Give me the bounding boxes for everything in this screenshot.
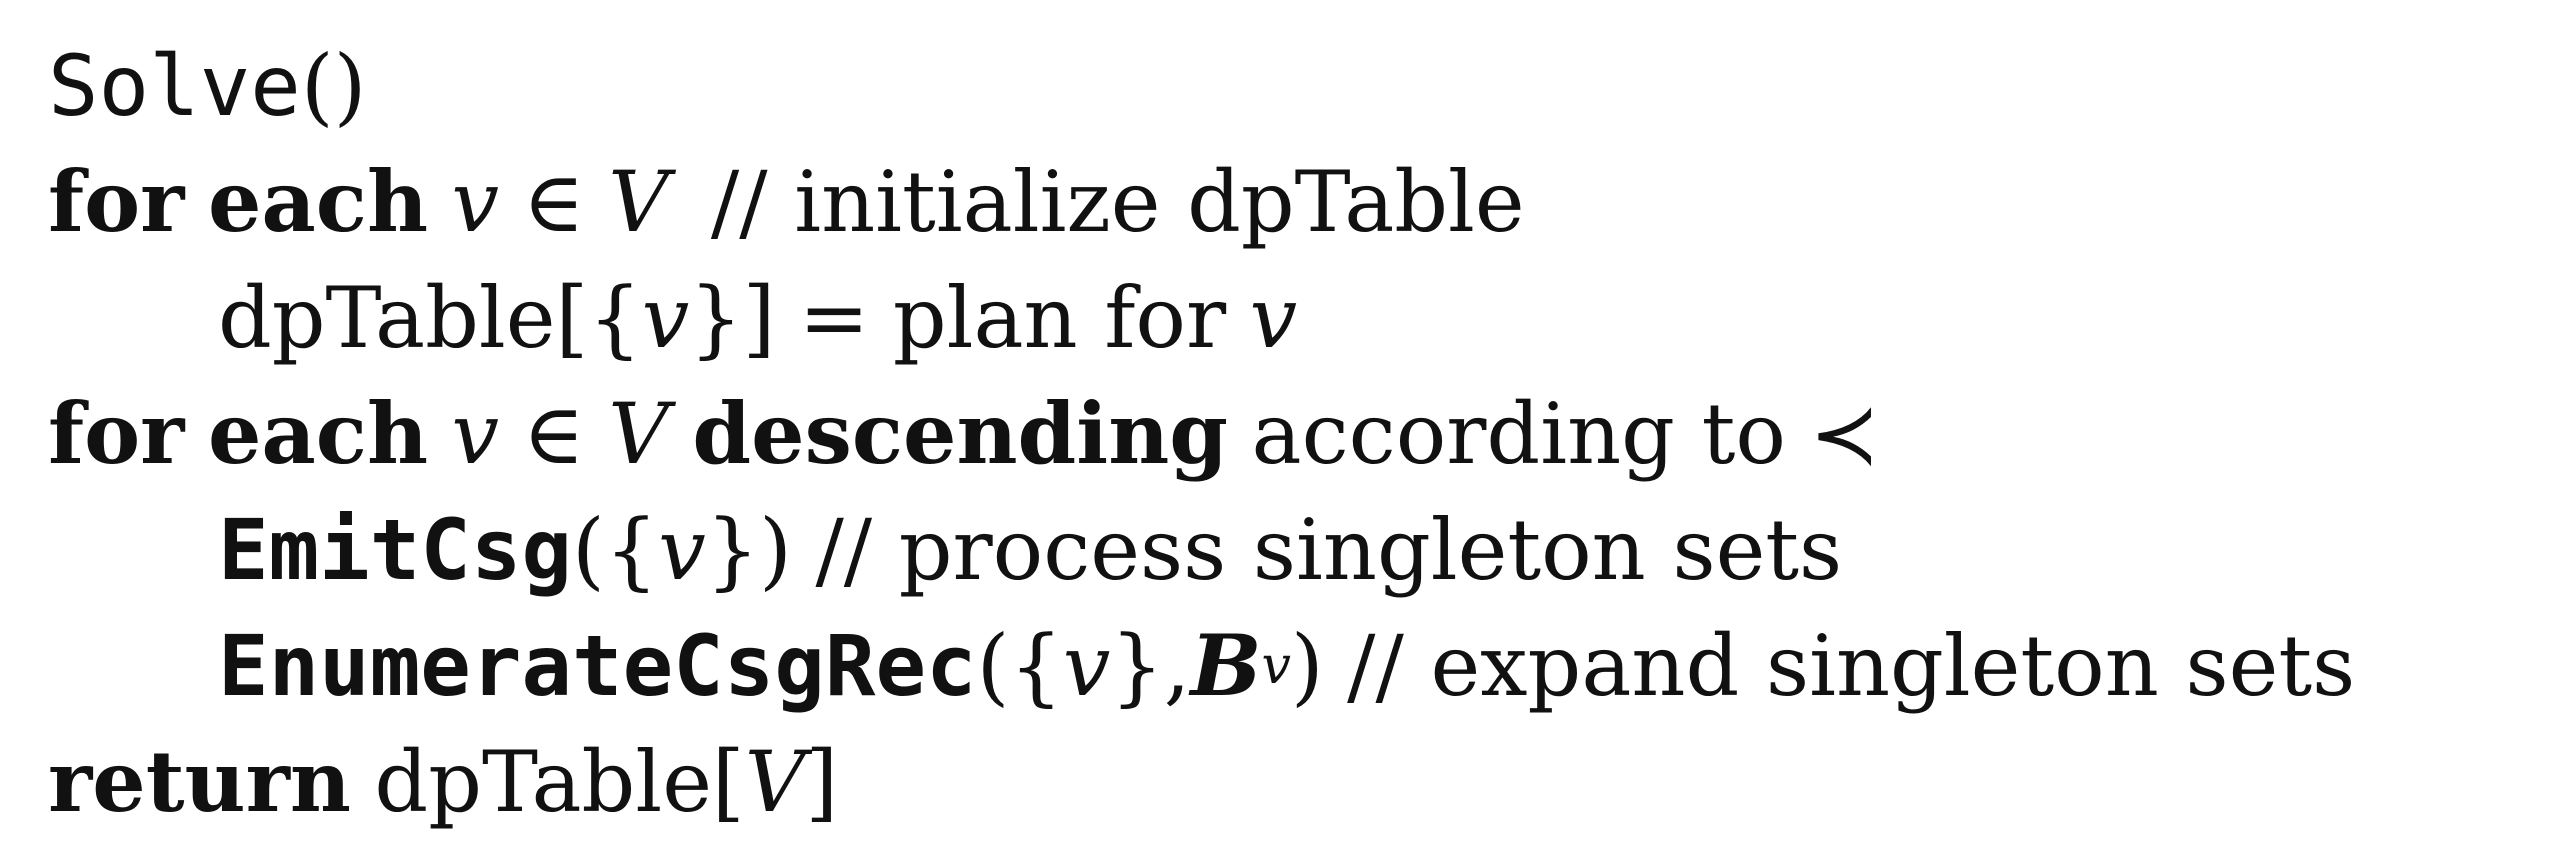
precedes-symbol: ≺ <box>1809 385 1880 483</box>
subscript-v: v <box>1261 635 1291 696</box>
equals-sign: = <box>798 269 870 367</box>
solve-parens: () <box>300 37 367 135</box>
plan-for-text: plan for <box>892 269 1227 367</box>
comment-initialize: // initialize dpTable <box>710 153 1525 251</box>
set-V: V <box>744 733 806 831</box>
procedure-name-emitcsg: EmitCsg <box>218 501 573 599</box>
dptable-name: dpTable <box>374 733 712 831</box>
procedure-name-solve: Solve <box>48 37 301 135</box>
variable-v: v <box>641 269 690 367</box>
procedure-name-enumeratecsgrec: EnumerateCsgRec <box>218 617 977 715</box>
bracket-close: }] <box>689 269 776 367</box>
line-for-each-descending: for each v ∈ V descending according to ≺ <box>48 376 2548 492</box>
keyword-for: for <box>48 384 185 483</box>
comment-process: // process singleton sets <box>815 501 1843 599</box>
variable-v: v <box>451 385 500 483</box>
keyword-each: each <box>207 152 429 251</box>
calligraphic-b: B <box>1190 616 1262 715</box>
dptable-name: dpTable <box>218 269 556 367</box>
bracket-open: [{ <box>555 269 642 367</box>
according-to-text: according to <box>1251 385 1786 483</box>
line-enumerate-csg-rec: EnumerateCsgRec({v}, Bv) // expand single… <box>48 608 2548 724</box>
comment-expand: // expand singleton sets <box>1347 617 2356 715</box>
paren-open: ({ <box>572 501 659 599</box>
line-emit-csg: EmitCsg({v}) // process singleton sets <box>48 492 2548 608</box>
keyword-for: for <box>48 152 185 251</box>
variable-v: v <box>658 501 706 599</box>
paren-close: ) <box>1290 617 1324 715</box>
keyword-each: each <box>207 384 429 483</box>
set-V: V <box>608 385 669 483</box>
element-of-symbol: ∈ <box>522 153 585 251</box>
line-dptable-assign: dpTable[{v}] = plan for v <box>48 260 2548 376</box>
variable-v: v <box>1062 617 1111 715</box>
line-solve: Solve() <box>48 28 2548 144</box>
bracket-close: ] <box>805 733 839 831</box>
bracket-open: [ <box>711 733 745 831</box>
line-return: return dpTable[V] <box>48 724 2548 840</box>
variable-v: v <box>451 153 500 251</box>
algorithm-block: Solve() for each v ∈ V // initialize dpT… <box>48 28 2548 840</box>
keyword-return: return <box>48 732 351 831</box>
variable-v: v <box>1249 269 1298 367</box>
set-V: V <box>608 153 669 251</box>
paren-open: ({ <box>976 617 1063 715</box>
element-of-symbol: ∈ <box>522 385 585 483</box>
set-close-comma: }, <box>1110 617 1191 715</box>
paren-close: }) <box>705 501 792 599</box>
line-for-each-init: for each v ∈ V // initialize dpTable <box>48 144 2548 260</box>
keyword-descending: descending <box>692 384 1229 483</box>
